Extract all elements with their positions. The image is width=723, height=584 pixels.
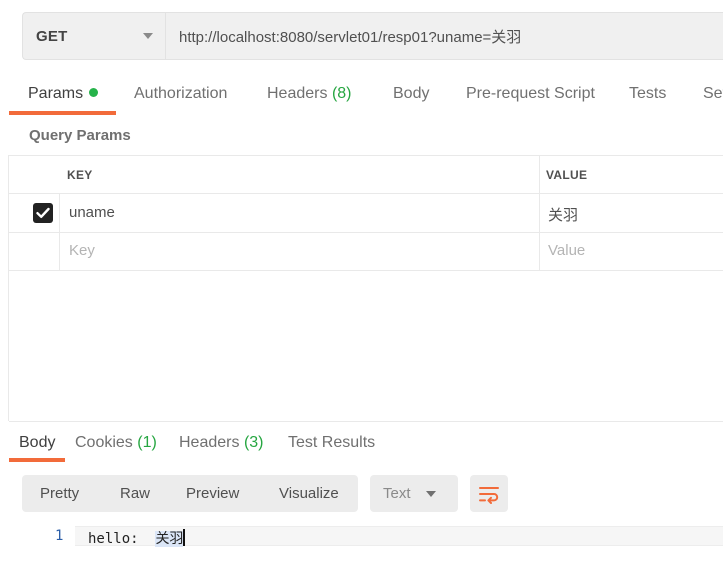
view-raw-button[interactable]: Raw [120, 475, 150, 512]
table-header-divider [9, 193, 723, 194]
tab-body[interactable]: Body [393, 85, 429, 103]
response-tab-headers-count: (3) [243, 434, 264, 451]
tab-tests[interactable]: Tests [629, 85, 666, 103]
format-select[interactable]: Text [370, 475, 458, 512]
response-tab-test-results[interactable]: Test Results [288, 434, 375, 452]
query-params-title: Query Params [29, 127, 131, 144]
key-column-header: KEY [67, 168, 93, 182]
line-number: 1 [55, 528, 64, 544]
new-key-input[interactable]: Key [69, 242, 95, 259]
tab-headers[interactable]: Headers (8) [267, 85, 352, 103]
response-body-code[interactable]: hello: 关羽 [88, 528, 186, 548]
chevron-down-icon [426, 490, 436, 497]
tab-pre-request-script-label: Pre-request Script [466, 85, 595, 102]
url-input[interactable]: http://localhost:8080/servlet01/resp01?u… [165, 12, 723, 60]
wrap-lines-button[interactable] [470, 475, 508, 512]
response-tab-body-label: Body [19, 434, 56, 451]
response-tab-cookies-label: Cookies [75, 434, 133, 451]
response-body-highlight: 关羽 [155, 531, 184, 547]
tab-params[interactable]: Params [28, 85, 99, 103]
tab-settings-label: Set [703, 85, 723, 102]
checkbox-column-divider [59, 193, 60, 270]
response-tab-cookies-count: (1) [137, 434, 157, 451]
response-tab-cookies[interactable]: Cookies (1) [75, 434, 157, 452]
text-cursor [183, 529, 186, 546]
tab-authorization[interactable]: Authorization [134, 85, 227, 103]
param-row-checkbox[interactable] [33, 203, 53, 223]
new-value-input[interactable]: Value [548, 242, 585, 259]
response-body-prefix: hello: [88, 531, 156, 547]
tab-headers-label: Headers [267, 85, 328, 102]
table-border-bottom [9, 270, 723, 271]
active-tab-indicator [9, 111, 116, 115]
param-value-cell[interactable]: 关羽 [548, 204, 578, 225]
view-visualize-button[interactable]: Visualize [279, 475, 339, 512]
tab-pre-request-script[interactable]: Pre-request Script [466, 85, 595, 103]
url-text: http://localhost:8080/servlet01/resp01?u… [179, 28, 522, 46]
tab-settings[interactable]: Set [703, 85, 723, 103]
format-select-label: Text [383, 485, 411, 502]
table-row-divider [9, 232, 723, 233]
response-tab-body[interactable]: Body [19, 434, 55, 452]
param-key-cell[interactable]: uname [69, 204, 115, 221]
panel-left-border [8, 155, 9, 421]
response-divider [9, 421, 723, 422]
view-preview-button[interactable]: Preview [186, 475, 239, 512]
tab-headers-count: (8) [331, 85, 352, 102]
view-pretty-button[interactable]: Pretty [40, 475, 79, 512]
response-tab-headers[interactable]: Headers (3) [179, 434, 264, 452]
table-border-top [9, 155, 723, 156]
tab-tests-label: Tests [629, 85, 667, 102]
method-label: GET [36, 27, 68, 45]
tab-authorization-label: Authorization [134, 85, 228, 102]
response-active-tab-indicator [9, 458, 65, 462]
key-value-column-divider [539, 155, 540, 270]
response-tab-headers-label: Headers [179, 434, 240, 451]
value-column-header: VALUE [546, 168, 588, 182]
view-mode-group: Pretty Raw Preview Visualize [22, 475, 358, 512]
method-select[interactable]: GET [22, 12, 165, 60]
active-dot-icon [89, 88, 99, 97]
response-tab-test-results-label: Test Results [288, 434, 376, 451]
tab-body-label: Body [393, 85, 430, 102]
chevron-down-icon [143, 33, 153, 39]
checkmark-icon [36, 207, 50, 218]
wrap-lines-icon [479, 486, 499, 504]
tab-params-label: Params [28, 85, 84, 102]
